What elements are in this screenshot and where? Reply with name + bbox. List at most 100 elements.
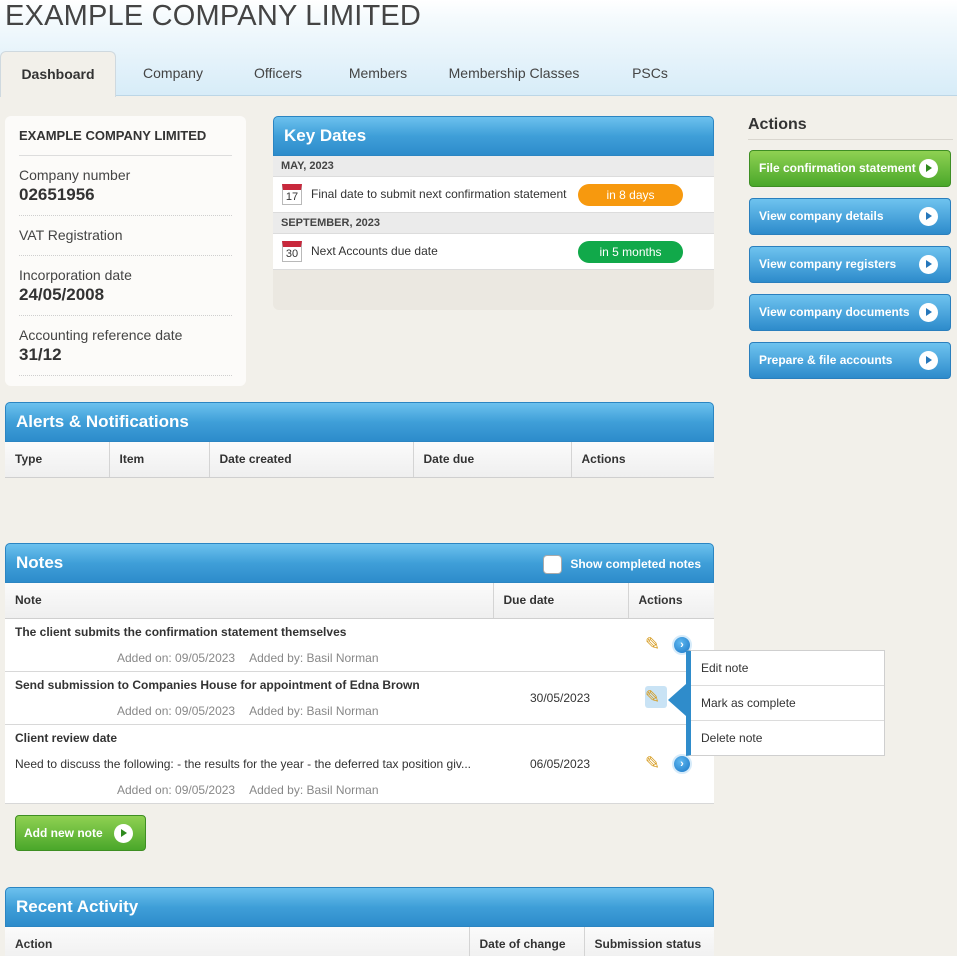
note-added-on: Added on: 09/05/2023 (117, 703, 236, 718)
info-label: Accounting reference date (19, 327, 183, 343)
info-row-company-number: Company number 02651956 (19, 156, 232, 216)
column-header-actions: Actions (571, 442, 714, 478)
info-label: Incorporation date (19, 267, 132, 283)
page-header: EXAMPLE COMPANY LIMITED Dashboard Compan… (0, 0, 957, 97)
actions-title: Actions (748, 116, 807, 133)
info-company-name: EXAMPLE COMPANY LIMITED (19, 126, 232, 156)
note-added-by: Added by: Basil Norman (249, 703, 379, 718)
note-meta: Added on: 09/05/2023 Added by: Basil Norm… (117, 704, 393, 718)
info-label: VAT Registration (19, 227, 123, 243)
column-header-due-date[interactable]: Due date (493, 583, 629, 619)
calendar-icon: 30 (282, 241, 302, 262)
arrow-right-icon (114, 824, 133, 843)
menu-item-edit-note[interactable]: Edit note (691, 651, 884, 686)
key-date-row[interactable]: 30 Next Accounts due date in 5 months (273, 234, 714, 270)
activity-table: Action Date of change Submission status (5, 927, 714, 956)
view-company-details-button[interactable]: View company details (749, 198, 951, 235)
tab-company[interactable]: Company (126, 51, 220, 96)
notes-title: Notes (16, 553, 64, 572)
note-due-date: 06/05/2023 (530, 756, 591, 771)
note-title: Client review date (15, 730, 118, 745)
notes-panel: Notes Show completed notes Note Due date… (5, 543, 714, 861)
note-added-by: Added by: Basil Norman (249, 782, 379, 797)
column-header-submission-status[interactable]: Submission status (584, 927, 714, 956)
info-value: 24/05/2008 (19, 285, 105, 304)
alerts-title: Alerts & Notifications (5, 402, 714, 442)
key-dates-panel: Key Dates MAY, 2023 17 Final date to sub… (273, 116, 714, 310)
column-header-type[interactable]: Type (5, 442, 110, 478)
key-dates-month: MAY, 2023 (273, 156, 714, 177)
recent-activity-title: Recent Activity (5, 887, 714, 927)
pencil-icon[interactable]: ✎ (645, 685, 667, 708)
action-label: View company details (759, 209, 884, 223)
view-company-registers-button[interactable]: View company registers (749, 246, 951, 283)
note-actions-button[interactable]: › (672, 753, 692, 774)
column-header-note[interactable]: Note (5, 583, 494, 619)
show-completed-checkbox[interactable] (543, 555, 563, 575)
recent-activity-panel: Recent Activity Action Date of change Su… (5, 887, 714, 956)
dropdown-pointer (668, 684, 686, 716)
notes-table-header: Note Due date Actions (5, 583, 714, 619)
actions-divider (748, 139, 953, 140)
action-label: Prepare & file accounts (759, 353, 893, 367)
calendar-icon: 17 (282, 184, 302, 205)
column-header-date-of-change[interactable]: Date of change (469, 927, 585, 956)
arrow-right-icon (919, 255, 938, 274)
column-header-date-created[interactable]: Date created (209, 442, 414, 478)
alerts-panel: Alerts & Notifications Type Item Date cr… (5, 402, 714, 517)
column-header-actions: Actions (628, 583, 714, 619)
info-value: 02651956 (19, 185, 95, 204)
tab-pscs[interactable]: PSCs (610, 51, 690, 96)
note-title: Send submission to Companies House for a… (15, 677, 420, 692)
add-new-note-button[interactable]: Add new note (15, 815, 146, 851)
due-badge: in 8 days (578, 184, 683, 206)
due-badge: in 5 months (578, 241, 683, 263)
arrow-right-icon (919, 303, 938, 322)
menu-item-mark-as-complete[interactable]: Mark as complete (691, 686, 884, 721)
key-dates-month: SEPTEMBER, 2023 (273, 213, 714, 234)
note-added-on: Added on: 09/05/2023 (117, 650, 236, 665)
pencil-icon[interactable]: ✎ (645, 633, 667, 655)
key-date-text: Next Accounts due date (311, 244, 438, 258)
info-row-vat: VAT Registration (19, 216, 232, 256)
note-row: The client submits the confirmation stat… (5, 618, 714, 672)
info-row-incorporation-date: Incorporation date 24/05/2008 (19, 256, 232, 316)
company-info-card: EXAMPLE COMPANY LIMITED Company number 0… (5, 116, 246, 386)
column-header-item[interactable]: Item (109, 442, 210, 478)
note-row: Client review date Need to discuss the f… (5, 724, 714, 804)
note-added-by: Added by: Basil Norman (249, 650, 379, 665)
info-label: Company number (19, 167, 131, 183)
tab-members[interactable]: Members (336, 51, 420, 96)
key-date-row[interactable]: 17 Final date to submit next confirmatio… (273, 177, 714, 213)
action-label: View company documents (759, 305, 910, 319)
show-completed-toggle[interactable]: Show completed notes (543, 555, 701, 575)
column-header-date-due[interactable]: Date due (413, 442, 572, 478)
pencil-icon[interactable]: ✎ (645, 752, 667, 774)
action-label: File confirmation statement (759, 161, 916, 175)
action-label: View company registers (759, 257, 897, 271)
note-actions-menu: Edit note Mark as complete Delete note (686, 650, 885, 756)
show-completed-label: Show completed notes (570, 557, 701, 571)
note-row: Send submission to Companies House for a… (5, 671, 714, 725)
file-confirmation-statement-button[interactable]: File confirmation statement (749, 150, 951, 187)
notes-header: Notes Show completed notes (5, 543, 714, 583)
info-row-accounting-reference-date: Accounting reference date 31/12 (19, 316, 232, 376)
arrow-right-icon (919, 351, 938, 370)
info-value: 31/12 (19, 345, 62, 364)
note-due-date: 30/05/2023 (530, 690, 591, 705)
arrow-right-icon (919, 207, 938, 226)
note-title: The client submits the confirmation stat… (15, 624, 347, 639)
note-meta: Added on: 09/05/2023 Added by: Basil Norm… (117, 783, 393, 797)
tab-dashboard[interactable]: Dashboard (0, 51, 116, 97)
menu-item-delete-note[interactable]: Delete note (691, 721, 884, 756)
view-company-documents-button[interactable]: View company documents (749, 294, 951, 331)
prepare-file-accounts-button[interactable]: Prepare & file accounts (749, 342, 951, 379)
column-header-action[interactable]: Action (5, 927, 470, 956)
arrow-right-icon (919, 159, 938, 178)
key-date-text: Final date to submit next confirmation s… (311, 187, 567, 201)
tab-membership-classes[interactable]: Membership Classes (440, 51, 588, 96)
key-dates-title: Key Dates (273, 116, 714, 156)
note-description: Need to discuss the following: - the res… (15, 756, 472, 771)
tab-officers[interactable]: Officers (238, 51, 318, 96)
alerts-table: Type Item Date created Date due Actions (5, 442, 714, 478)
